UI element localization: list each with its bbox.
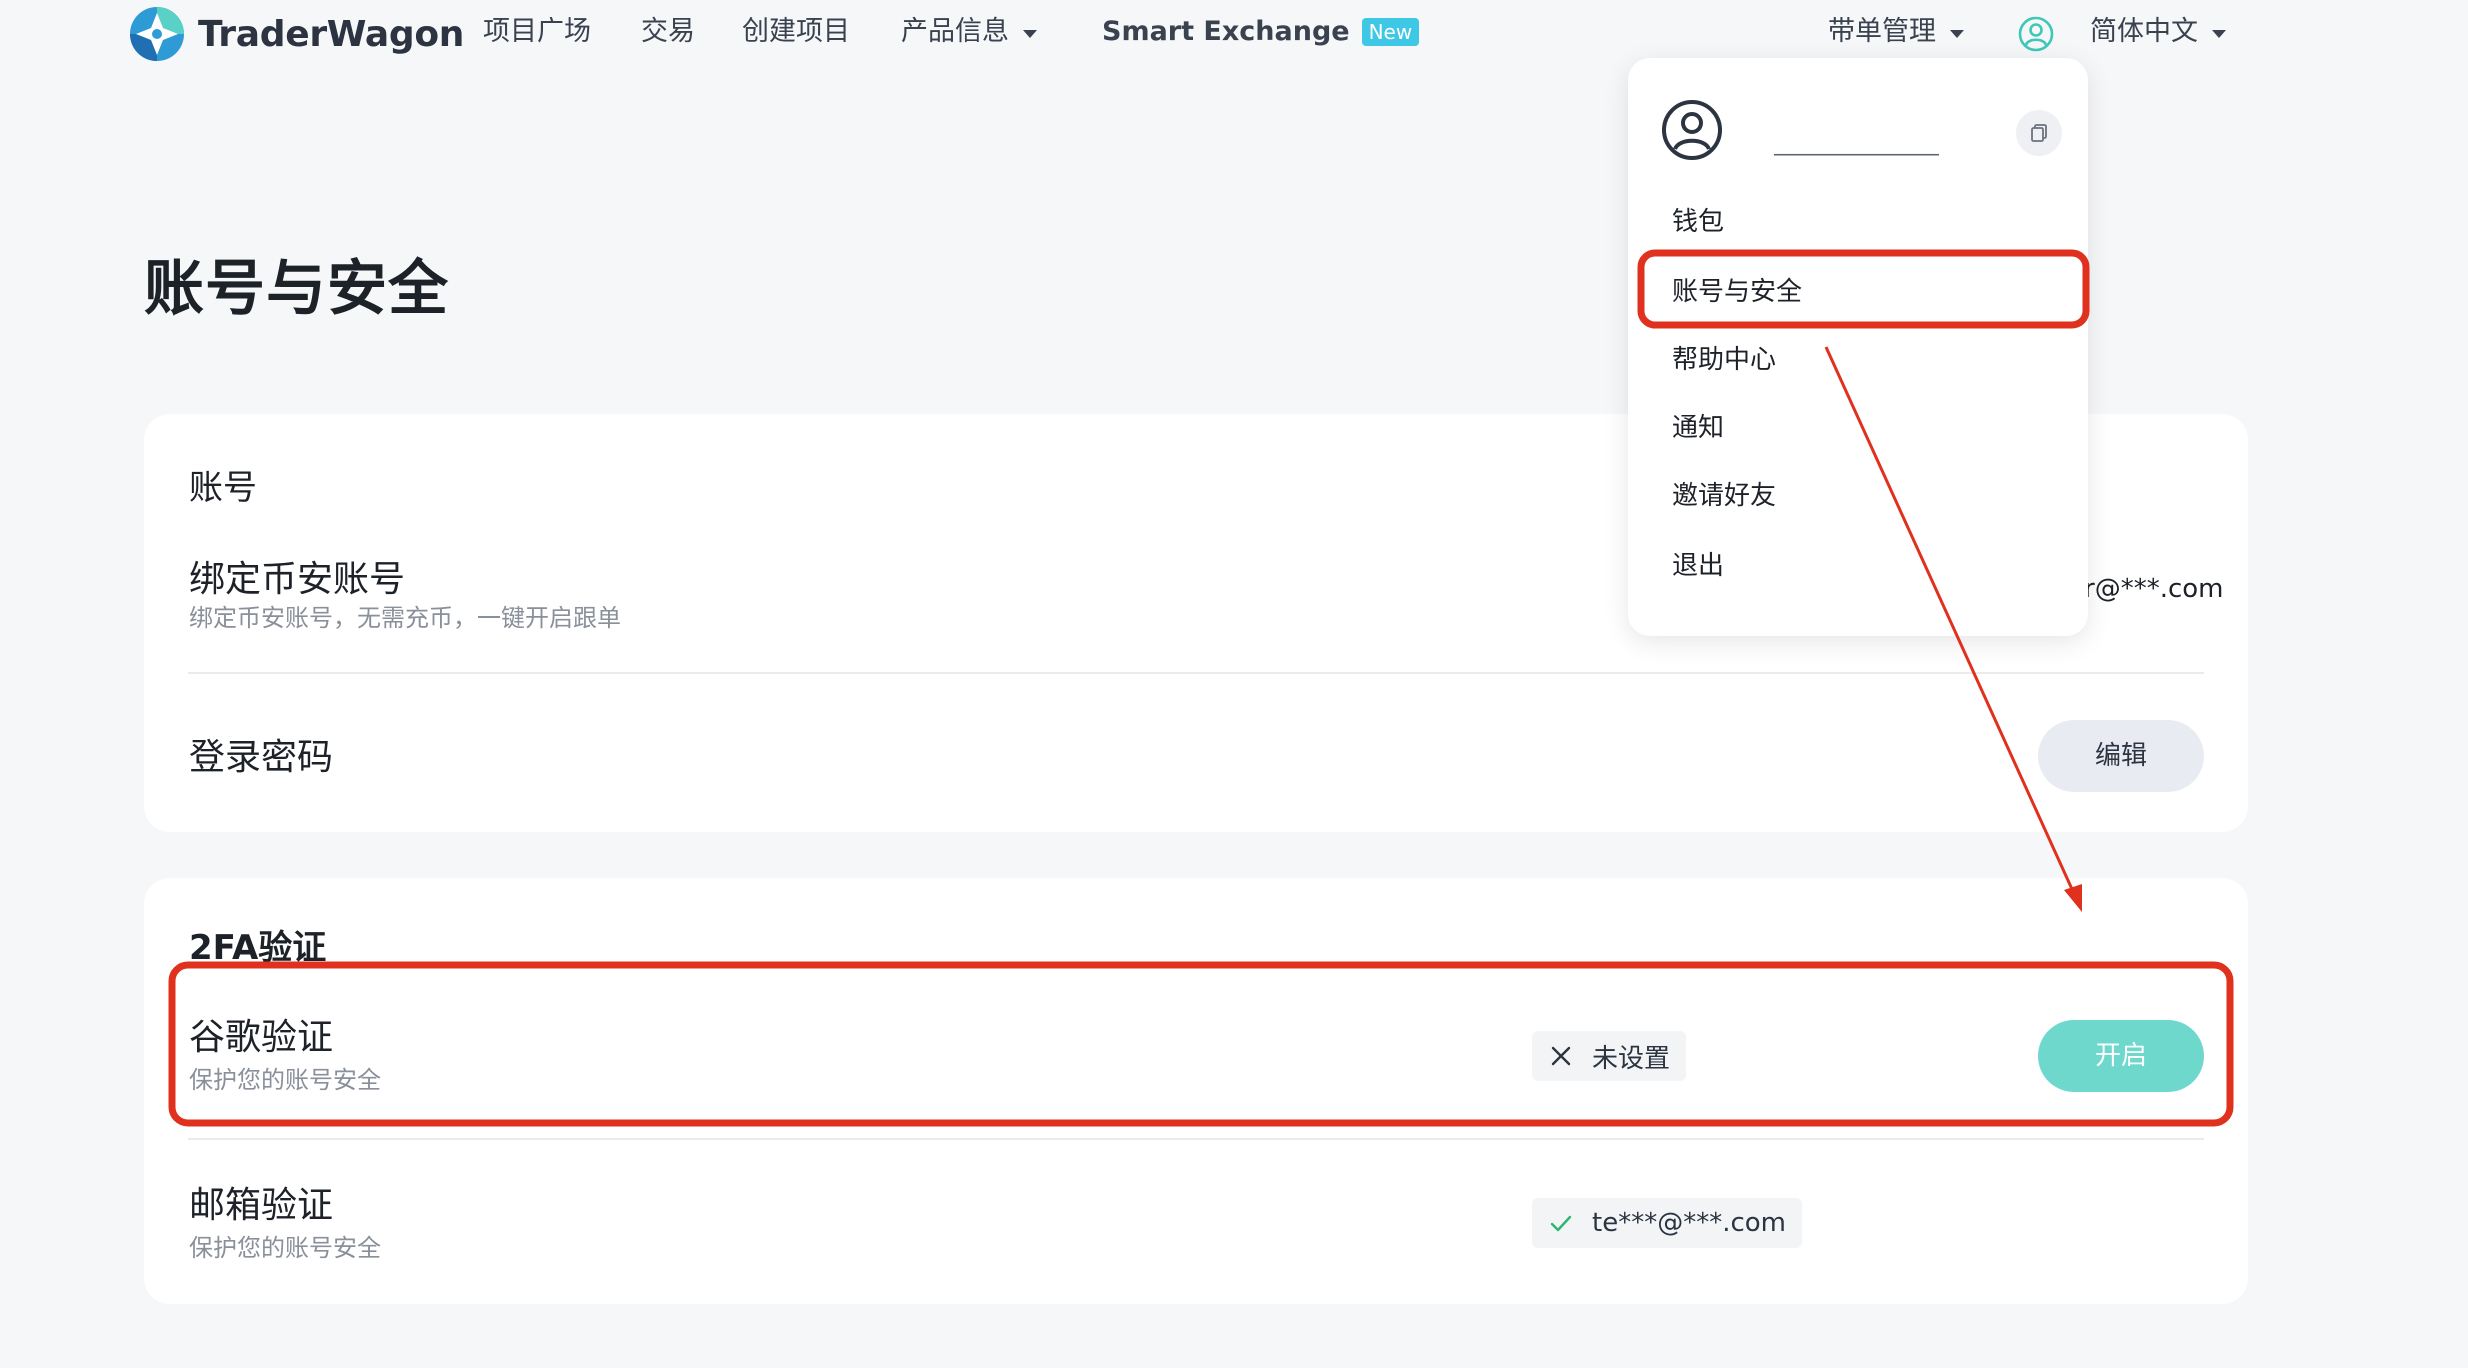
user-name-partial: _ _ _ _ _	[1774, 92, 1857, 110]
check-icon	[1550, 1215, 1572, 1232]
chevron-down-icon	[2212, 30, 2226, 38]
language-selector[interactable]: 简体中文	[2090, 12, 2226, 52]
nav-project-square-label: 项目广场	[483, 16, 591, 47]
google-auth-title: 谷歌验证	[189, 1017, 334, 1058]
chevron-down-icon	[1950, 30, 1964, 38]
menu-item-invite-friends[interactable]: 邀请好友	[1672, 476, 1776, 516]
user-avatar-icon[interactable]	[2018, 16, 2054, 52]
divider	[188, 1138, 2204, 1140]
nav-smart-exchange-label: Smart Exchange	[1102, 16, 1350, 47]
twofa-card: 2FA验证 谷歌验证 保护您的账号安全 未设置 开启 邮箱验证 保护您的账号安全…	[144, 878, 2248, 1304]
google-auth-subtitle: 保护您的账号安全	[189, 1066, 381, 1094]
nav-trade[interactable]: 交易	[641, 12, 695, 52]
user-dropdown-menu: _ _ _ _ _ _______________ 钱包 账号与安全 帮助中心 …	[1628, 58, 2088, 636]
menu-item-help-center[interactable]: 帮助中心	[1672, 340, 1776, 380]
menu-item-wallet[interactable]: 钱包	[1672, 202, 1724, 242]
nav-trade-label: 交易	[641, 16, 695, 47]
login-password-title: 登录密码	[189, 737, 334, 778]
account-section-title: 账号	[189, 468, 257, 508]
email-auth-title: 邮箱验证	[189, 1185, 334, 1226]
twofa-section-title: 2FA验证	[189, 928, 327, 968]
nav-product-info[interactable]: 产品信息	[901, 12, 1037, 52]
user-avatar-icon	[1662, 100, 1722, 160]
language-label: 简体中文	[2090, 16, 2198, 47]
page-title: 账号与安全	[144, 254, 449, 324]
enable-google-auth-button[interactable]: 开启	[2038, 1020, 2204, 1092]
menu-item-account-security[interactable]: 账号与安全	[1672, 272, 1802, 312]
top-navigation: TraderWagon 项目广场 交易 创建项目 产品信息 Smart Exch…	[0, 0, 2468, 66]
menu-item-logout[interactable]: 退出	[1672, 546, 1724, 586]
chevron-down-icon	[1023, 30, 1037, 38]
copy-button[interactable]	[2016, 110, 2062, 156]
edit-password-button[interactable]: 编辑	[2038, 720, 2204, 792]
nav-create-project-label: 创建项目	[742, 16, 850, 47]
google-auth-status-text: 未设置	[1592, 1043, 1671, 1074]
bind-binance-subtitle: 绑定币安账号，无需充币，一键开启跟单	[189, 604, 621, 632]
email-auth-status: te***@***.com	[1532, 1198, 1802, 1248]
nav-create-project[interactable]: 创建项目	[742, 12, 850, 52]
copy-icon	[2031, 124, 2047, 142]
email-auth-status-text: te***@***.com	[1592, 1208, 1786, 1238]
user-id-partial: _______________	[1774, 142, 1939, 156]
google-auth-status: 未设置	[1532, 1031, 1687, 1081]
nav-copy-trade-manage-label: 带单管理	[1828, 16, 1936, 47]
traderwagon-logo-icon	[130, 7, 184, 61]
email-auth-subtitle: 保护您的账号安全	[189, 1234, 381, 1262]
nav-project-square[interactable]: 项目广场	[483, 12, 591, 52]
divider	[188, 672, 2204, 674]
bound-binance-email: r@***.com	[2084, 574, 2224, 604]
brand-name: TraderWagon	[198, 13, 465, 55]
nav-product-info-label: 产品信息	[901, 16, 1009, 47]
bind-binance-title: 绑定币安账号	[189, 559, 406, 600]
new-badge: New	[1361, 18, 1420, 46]
menu-item-notifications[interactable]: 通知	[1672, 408, 1724, 448]
brand-logo[interactable]: TraderWagon	[128, 4, 464, 64]
close-icon	[1551, 1046, 1571, 1066]
nav-smart-exchange[interactable]: Smart Exchange New	[1102, 12, 1420, 52]
nav-copy-trade-manage[interactable]: 带单管理	[1828, 12, 1964, 52]
